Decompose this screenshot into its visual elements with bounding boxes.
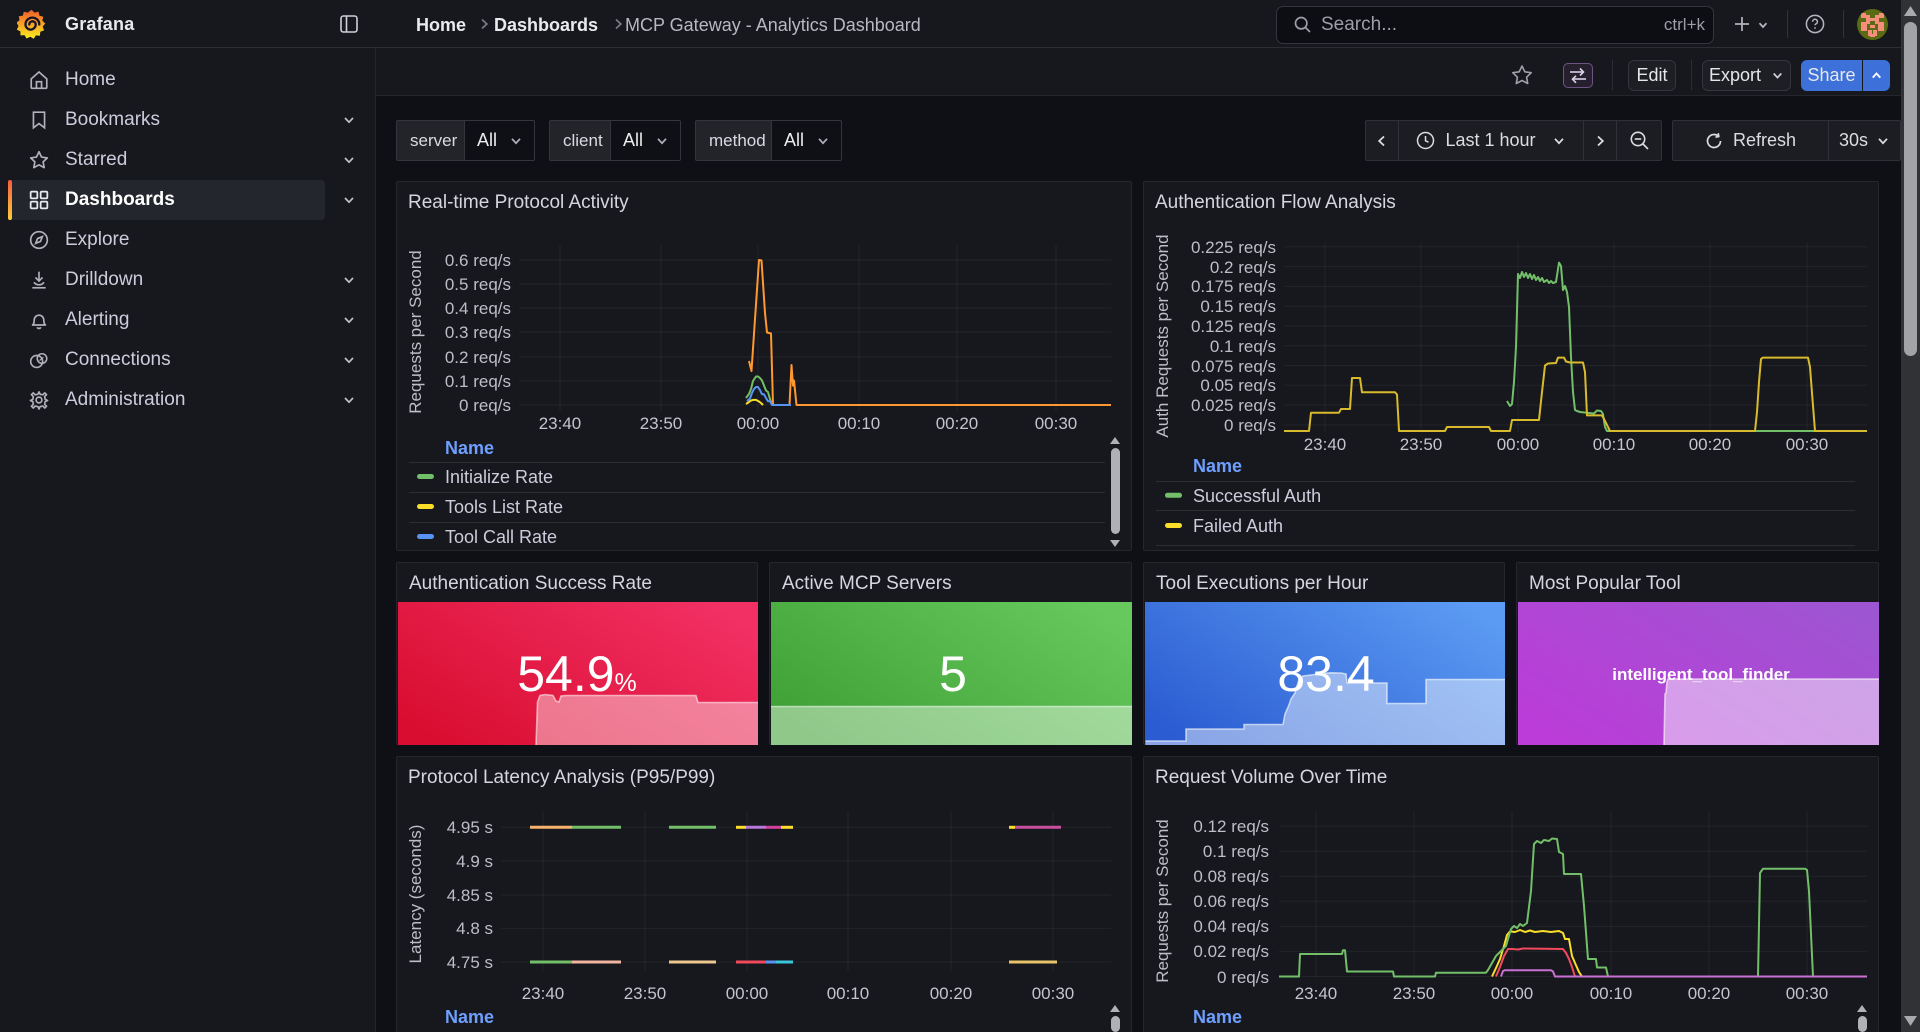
svg-text:0.02 req/s: 0.02 req/s — [1193, 942, 1269, 961]
svg-text:Tools List Rate: Tools List Rate — [445, 497, 563, 517]
svg-text:00:10: 00:10 — [827, 984, 870, 1003]
svg-text:Name: Name — [445, 1007, 494, 1027]
svg-text:00:10: 00:10 — [838, 414, 881, 433]
svg-text:Successful Auth: Successful Auth — [1193, 486, 1321, 506]
svg-text:Name: Name — [1193, 456, 1242, 476]
svg-text:0.5 req/s: 0.5 req/s — [445, 275, 511, 294]
svg-text:0.06 req/s: 0.06 req/s — [1193, 892, 1269, 911]
svg-text:0 req/s: 0 req/s — [1224, 416, 1276, 435]
svg-text:0.225 req/s: 0.225 req/s — [1191, 238, 1276, 257]
svg-text:4.9 s: 4.9 s — [456, 852, 493, 871]
svg-text:Auth Requests per Second: Auth Requests per Second — [1153, 234, 1172, 437]
svg-text:00:00: 00:00 — [1491, 984, 1534, 1003]
svg-text:Requests per Second: Requests per Second — [406, 250, 425, 414]
svg-text:00:30: 00:30 — [1786, 435, 1829, 454]
svg-text:Name: Name — [445, 438, 494, 458]
svg-text:0.04 req/s: 0.04 req/s — [1193, 917, 1269, 936]
svg-text:00:30: 00:30 — [1786, 984, 1829, 1003]
svg-text:00:00: 00:00 — [737, 414, 780, 433]
svg-text:Initialize Rate: Initialize Rate — [445, 467, 553, 487]
svg-text:00:30: 00:30 — [1035, 414, 1078, 433]
svg-text:23:50: 23:50 — [624, 984, 667, 1003]
svg-text:0.2 req/s: 0.2 req/s — [445, 348, 511, 367]
svg-text:4.8 s: 4.8 s — [456, 919, 493, 938]
svg-text:0 req/s: 0 req/s — [1217, 968, 1269, 987]
svg-text:0.05 req/s: 0.05 req/s — [1200, 376, 1276, 395]
svg-text:0.15 req/s: 0.15 req/s — [1200, 297, 1276, 316]
svg-text:23:40: 23:40 — [522, 984, 565, 1003]
svg-text:intelligent_tool_finder: intelligent_tool_finder — [1612, 665, 1790, 684]
svg-text:00:20: 00:20 — [1688, 984, 1731, 1003]
svg-text:0.3 req/s: 0.3 req/s — [445, 323, 511, 342]
svg-text:0.08 req/s: 0.08 req/s — [1193, 867, 1269, 886]
svg-text:Tool Call Rate: Tool Call Rate — [445, 527, 557, 547]
svg-text:5: 5 — [939, 646, 967, 702]
svg-text:23:50: 23:50 — [640, 414, 683, 433]
svg-text:00:20: 00:20 — [930, 984, 973, 1003]
svg-text:23:50: 23:50 — [1400, 435, 1443, 454]
svg-text:00:20: 00:20 — [1689, 435, 1732, 454]
svg-text:Latency (seconds): Latency (seconds) — [406, 825, 425, 964]
svg-text:0.1 req/s: 0.1 req/s — [1203, 842, 1269, 861]
svg-text:0.075 req/s: 0.075 req/s — [1191, 357, 1276, 376]
svg-text:0.4 req/s: 0.4 req/s — [445, 299, 511, 318]
svg-text:0.1 req/s: 0.1 req/s — [1210, 337, 1276, 356]
svg-text:00:10: 00:10 — [1593, 435, 1636, 454]
svg-text:23:40: 23:40 — [1304, 435, 1347, 454]
svg-text:0.1 req/s: 0.1 req/s — [445, 372, 511, 391]
svg-text:Requests per Second: Requests per Second — [1153, 819, 1172, 983]
svg-text:0.125 req/s: 0.125 req/s — [1191, 317, 1276, 336]
svg-text:0.6 req/s: 0.6 req/s — [445, 251, 511, 270]
svg-text:00:00: 00:00 — [726, 984, 769, 1003]
svg-text:4.75 s: 4.75 s — [447, 953, 493, 972]
svg-text:00:00: 00:00 — [1497, 435, 1540, 454]
svg-text:4.85 s: 4.85 s — [447, 886, 493, 905]
svg-text:0.175 req/s: 0.175 req/s — [1191, 277, 1276, 296]
svg-text:0.12 req/s: 0.12 req/s — [1193, 817, 1269, 836]
svg-text:23:50: 23:50 — [1393, 984, 1436, 1003]
svg-text:83.4: 83.4 — [1277, 646, 1374, 702]
svg-text:00:20: 00:20 — [936, 414, 979, 433]
svg-text:23:40: 23:40 — [1295, 984, 1338, 1003]
svg-text:Name: Name — [1193, 1007, 1242, 1027]
svg-text:Failed Auth: Failed Auth — [1193, 516, 1283, 536]
svg-text:0.2 req/s: 0.2 req/s — [1210, 258, 1276, 277]
svg-text:0.025 req/s: 0.025 req/s — [1191, 396, 1276, 415]
svg-text:0 req/s: 0 req/s — [459, 396, 511, 415]
svg-text:00:10: 00:10 — [1590, 984, 1633, 1003]
svg-text:23:40: 23:40 — [539, 414, 582, 433]
svg-text:00:30: 00:30 — [1032, 984, 1075, 1003]
svg-text:4.95 s: 4.95 s — [447, 818, 493, 837]
